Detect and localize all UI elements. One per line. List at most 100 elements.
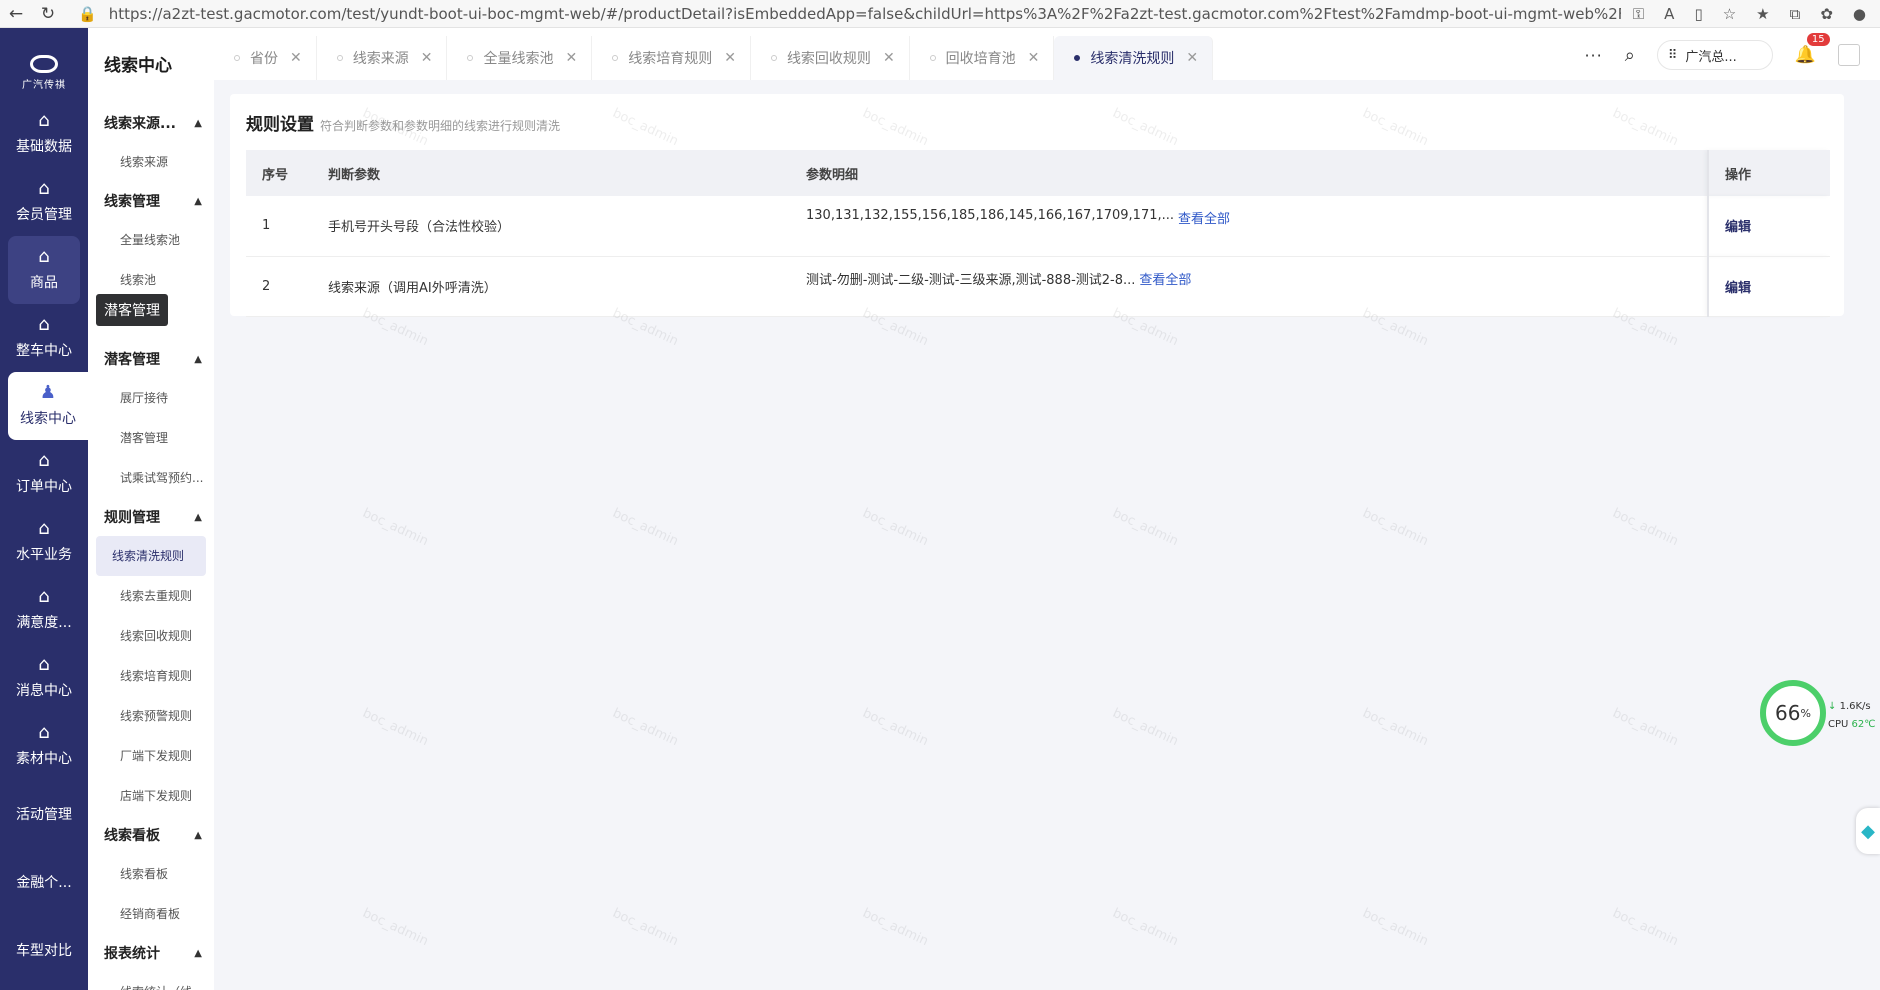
submenu-item-recycle-rules[interactable]: 线索回收规则	[96, 616, 206, 656]
submenu-item-test-drive[interactable]: 试乘试驾预约...	[96, 458, 206, 498]
submenu-item-showroom[interactable]: 展厅接待	[96, 378, 206, 418]
rail-item-horizontal[interactable]: ⌂ 水平业务	[8, 508, 80, 576]
collections-icon[interactable]: ⧉	[1790, 5, 1801, 23]
rail-label: 线索中心	[20, 411, 76, 427]
submenu-item-warning-rules[interactable]: 线索预警规则	[96, 696, 206, 736]
submenu-item-lead-board[interactable]: 线索看板	[96, 854, 206, 894]
group-label: 规则管理	[104, 510, 160, 526]
rail-item-activities[interactable]: 活动管理	[8, 780, 80, 848]
profile-icon[interactable]: ●	[1853, 5, 1866, 23]
rail-item-leads[interactable]: ♟ 线索中心	[8, 372, 88, 440]
favorite-icon[interactable]: ☆	[1723, 5, 1736, 23]
submenu-item-lead-source[interactable]: 线索来源	[96, 142, 206, 182]
rail-item-basic-data[interactable]: ⌂ 基础数据	[8, 100, 80, 168]
group-lead-board[interactable]: 线索看板 ▲	[88, 816, 214, 854]
avatar[interactable]	[1838, 44, 1860, 66]
tab-recycle-pool[interactable]: 回收培育池 ✕	[910, 36, 1055, 80]
rail-item-orders[interactable]: ⌂ 订单中心	[8, 440, 80, 508]
tab-recycle-rules[interactable]: 线索回收规则 ✕	[751, 36, 910, 80]
submenu-item-factory-dispatch[interactable]: 厂端下发规则	[96, 736, 206, 776]
rail-item-finance[interactable]: 金融个...	[8, 848, 80, 916]
tab-dot-icon	[929, 55, 936, 61]
close-icon[interactable]: ✕	[1028, 50, 1040, 66]
refresh-icon[interactable]: ↻	[32, 4, 64, 24]
submenu-item-nurture-rules[interactable]: 线索培育规则	[96, 656, 206, 696]
watermark: boc_admin	[1610, 505, 1681, 550]
group-lead-source[interactable]: 线索来源... ▲	[88, 104, 214, 142]
rail-item-model-compare[interactable]: 车型对比	[8, 916, 80, 960]
tab-nurture-rules[interactable]: 线索培育规则 ✕	[592, 36, 751, 80]
close-icon[interactable]: ✕	[883, 50, 895, 66]
close-icon[interactable]: ✕	[290, 50, 302, 66]
view-all-link[interactable]: 查看全部	[1139, 269, 1191, 288]
favorites-icon[interactable]: ★	[1756, 5, 1769, 23]
watermark: boc_admin	[1610, 705, 1681, 750]
group-lead-mgmt[interactable]: 线索管理 ▲	[88, 182, 214, 220]
close-icon[interactable]: ✕	[1186, 50, 1198, 66]
back-icon[interactable]: ←	[0, 4, 32, 24]
extensions-icon[interactable]: ✿	[1820, 5, 1833, 23]
edit-button[interactable]: 编辑	[1725, 281, 1751, 296]
rail-item-materials[interactable]: ⌂ 素材中心	[8, 712, 80, 780]
rail-label: 整车中心	[16, 343, 72, 359]
module-icon: ⌂	[38, 586, 50, 607]
module-icon: ⌂	[38, 450, 50, 471]
rail-item-members[interactable]: ⌂ 会员管理	[8, 168, 80, 236]
cell-index: 1	[246, 196, 312, 257]
detail-text: 测试-勿删-测试-二级-测试-三级来源,测试-888-测试2-8...	[806, 272, 1136, 288]
submenu-item-cleaning-rules[interactable]: 线索清洗规则	[96, 536, 206, 576]
tab-dot-icon	[1074, 55, 1081, 61]
tab-province[interactable]: 省份 ✕	[214, 36, 317, 80]
submenu-item-all-leads[interactable]: 全量线索池	[96, 220, 206, 260]
brand-logo: 广汽传祺	[0, 46, 88, 100]
col-param: 判断参数	[328, 167, 381, 183]
rail-item-satisfaction[interactable]: ⌂ 满意度...	[8, 576, 80, 644]
watermark: boc_admin	[610, 505, 681, 550]
watermark: boc_admin	[1610, 905, 1681, 950]
module-icon: ⌂	[38, 110, 50, 131]
submenu-item-prospects[interactable]: 潜客管理	[96, 418, 206, 458]
submenu-item-store-dispatch[interactable]: 店端下发规则	[96, 776, 206, 816]
cell-detail: 130,131,132,155,156,185,186,145,166,167,…	[790, 196, 1708, 257]
tab-dot-icon	[336, 55, 343, 61]
browser-toolbar: ← ↻ 🔒 https://a2zt-test.gacmotor.com/tes…	[0, 0, 1880, 28]
close-icon[interactable]: ✕	[724, 50, 736, 66]
side-assistant-handle[interactable]: ◆	[1856, 808, 1880, 854]
group-reports[interactable]: 报表统计 ▲	[88, 934, 214, 972]
bell-icon[interactable]: 🔔 15	[1795, 33, 1830, 65]
group-rule-mgmt[interactable]: 规则管理 ▲	[88, 498, 214, 536]
cpu-info: ↓ 1.6K/s CPU 62℃	[1828, 698, 1876, 734]
close-icon[interactable]: ✕	[421, 50, 433, 66]
read-aloud-icon[interactable]: A	[1664, 5, 1674, 23]
col-detail: 参数明细	[806, 167, 859, 183]
search-icon[interactable]: ⌕	[1625, 45, 1635, 66]
key-icon[interactable]: ⚿	[1633, 5, 1644, 23]
tab-lead-source[interactable]: 线索来源 ✕	[317, 36, 448, 80]
table-header-row: 序号 判断参数 参数明细 操作	[246, 150, 1830, 196]
module-icon: ⌂	[38, 722, 50, 743]
submenu-item-dedupe-rules[interactable]: 线索去重规则	[96, 576, 206, 616]
watermark: boc_admin	[860, 905, 931, 950]
tab-cleaning-rules[interactable]: 线索清洗规则 ✕	[1054, 36, 1214, 80]
more-icon[interactable]: ···	[1584, 46, 1602, 65]
rule-settings-card: 规则设置 符合判断参数和参数明细的线索进行规则清洗 序号 判断参数 参数明细 操…	[230, 94, 1844, 317]
org-switcher[interactable]: ⠿ 广汽总...	[1656, 40, 1773, 70]
submenu-item-lead-stats[interactable]: 线索统计（线...	[96, 972, 206, 990]
view-all-link[interactable]: 查看全部	[1178, 208, 1230, 227]
watermark: boc_admin	[1110, 705, 1181, 750]
rail-item-products[interactable]: ⌂ 商品	[8, 236, 80, 304]
address-bar[interactable]: 🔒 https://a2zt-test.gacmotor.com/test/yu…	[78, 5, 1621, 23]
chevron-up-icon: ▲	[194, 511, 202, 523]
split-view-icon[interactable]: ▯	[1694, 5, 1702, 23]
edit-button[interactable]: 编辑	[1725, 220, 1751, 235]
submenu-item-dealer-board[interactable]: 经销商看板	[96, 894, 206, 934]
tab-all-leads[interactable]: 全量线索池 ✕	[447, 36, 593, 80]
header-actions: ··· ⌕ ⠿ 广汽总... 🔔 15	[1584, 33, 1860, 70]
group-prospect-mgmt[interactable]: 潜客管理 ▲	[88, 340, 214, 378]
rail-item-vehicle[interactable]: ⌂ 整车中心	[8, 304, 80, 372]
rail-item-messages[interactable]: ⌂ 消息中心	[8, 644, 80, 712]
close-icon[interactable]: ✕	[565, 50, 577, 66]
watermark: boc_admin	[1360, 505, 1431, 550]
cpu-usage-widget[interactable]: 66%	[1760, 680, 1826, 746]
chevron-up-icon: ▲	[194, 117, 202, 129]
